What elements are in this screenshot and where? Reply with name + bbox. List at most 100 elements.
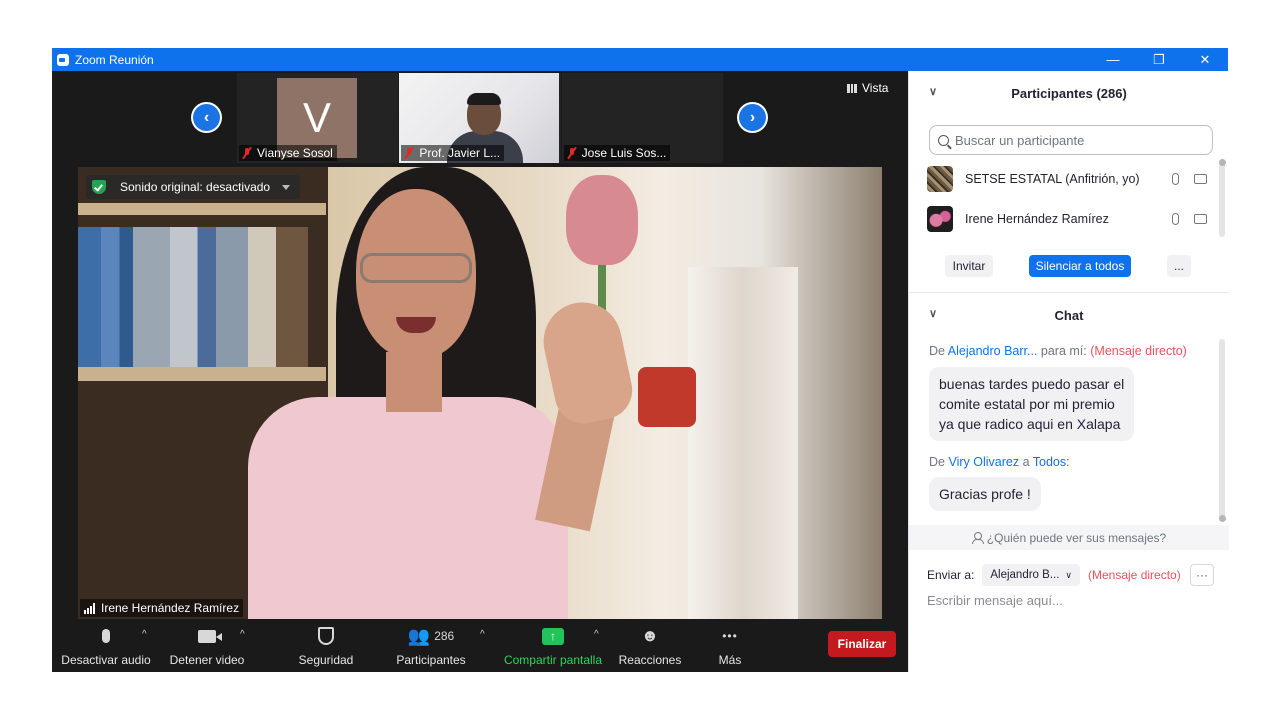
recipient-name[interactable]: Todos: (1033, 455, 1070, 469)
thumbnail-name: Vianyse Sosol (239, 145, 337, 161)
video-camera-icon[interactable] (1194, 174, 1207, 184)
thumbnail-vianyse[interactable]: V Vianyse Sosol (237, 73, 399, 163)
thumbnail-name-text: Vianyse Sosol (257, 146, 333, 160)
video-options-caret[interactable]: ^ (240, 629, 245, 640)
microphone-icon[interactable] (1172, 173, 1179, 185)
participant-name: Irene Hernández Ramírez (965, 212, 1109, 226)
end-meeting-button[interactable]: Finalizar (828, 631, 896, 657)
mute-audio-button[interactable]: Desactivar audio (60, 625, 152, 669)
zoom-app-icon (57, 53, 69, 66)
chat-message-meta: De Alejandro Barr... para mí: (Mensaje d… (929, 344, 1187, 358)
prev-page-button[interactable]: ‹ (191, 102, 222, 133)
thumbnail-name: Prof. Javier L... (401, 145, 505, 161)
person-glasses (360, 253, 472, 283)
chat-more-button[interactable]: ··· (1190, 564, 1214, 586)
video-camera-icon (198, 629, 222, 643)
video-area: ‹ V Vianyse Sosol Prof. Javier L... Jose… (52, 71, 908, 672)
window-controls: — ❐ ✕ (1090, 48, 1228, 71)
mute-all-button[interactable]: Silenciar a todos (1029, 255, 1131, 277)
participants-button[interactable]: 👥 286 Participantes (392, 625, 470, 669)
meeting-toolbar: Desactivar audio ^ Detener video ^ Segur… (52, 619, 908, 672)
recipient-select[interactable]: Alejandro B... ∨ (982, 564, 1080, 586)
video-camera-icon[interactable] (1194, 214, 1207, 224)
signal-strength-icon (84, 602, 96, 614)
thumbnail-jose-luis[interactable]: Jose Luis Sos... (561, 73, 723, 163)
microphone-icon (102, 629, 110, 643)
participants-count: 286 (434, 629, 455, 643)
reactions-label: Reacciones (618, 653, 682, 667)
chat-message-bubble: Gracias profe ! (929, 477, 1041, 511)
who-sees-text: ¿Quién puede ver sus mensajes? (986, 530, 1167, 545)
next-page-button[interactable]: › (737, 102, 768, 133)
sender-name[interactable]: Viry Olivarez (948, 455, 1019, 469)
security-label: Seguridad (298, 653, 354, 667)
chat-message-meta: De Viry Olivarez a Todos: (929, 455, 1070, 469)
send-to-row: Enviar a: Alejandro B... ∨ (Mensaje dire… (927, 563, 1217, 587)
invite-button[interactable]: Invitar (945, 255, 993, 277)
stop-video-button[interactable]: Detener video (164, 625, 250, 669)
message-line: buenas tardes puedo pasar el (939, 376, 1125, 392)
search-placeholder: Buscar un participante (955, 132, 1085, 148)
audio-options-caret[interactable]: ^ (142, 629, 147, 640)
recipient-prefix: a (1022, 455, 1030, 469)
mic-muted-icon (241, 147, 253, 159)
participant-row[interactable]: SETSE ESTATAL (Anfitrión, yo) (927, 165, 1217, 193)
view-label: Vista (862, 81, 889, 95)
who-can-see-messages-link[interactable]: ¿Quién puede ver sus mensajes? (909, 525, 1229, 550)
mic-muted-icon (566, 147, 578, 159)
participants-more-button[interactable]: ... (1167, 255, 1191, 277)
thumbnail-prof-javier[interactable]: Prof. Javier L... (399, 73, 561, 163)
title-bar: Zoom Reunión — ❐ ✕ (52, 48, 1228, 71)
books (78, 227, 308, 367)
sender-name[interactable]: Alejandro Barr... (948, 344, 1038, 358)
person-icon (971, 532, 984, 544)
participants-label: Participantes (396, 653, 466, 667)
thumbnail-name-text: Jose Luis Sos... (581, 146, 667, 160)
video-person-hair (467, 93, 502, 105)
participants-title: Participantes (286) (1011, 85, 1127, 101)
reactions-icon: ☻ (641, 626, 659, 645)
active-speaker-video: Sonido original: desactivado Irene Herná… (78, 167, 882, 619)
thumbnail-name: Jose Luis Sos... (563, 145, 671, 161)
curtain (688, 267, 798, 619)
chevron-down-icon[interactable]: ∨ (929, 307, 937, 320)
person-neck (386, 352, 442, 412)
mute-audio-label: Desactivar audio (61, 653, 151, 667)
participant-search-input[interactable]: Buscar un participante (929, 125, 1213, 155)
chat-title: Chat (1054, 307, 1084, 323)
minimize-button[interactable]: — (1090, 48, 1136, 71)
microphone-icon[interactable] (1172, 213, 1179, 225)
more-button[interactable]: ••• Más (710, 625, 750, 669)
thumbnail-name-text: Prof. Javier L... (419, 146, 501, 160)
speaker-name-text: Irene Hernández Ramírez (101, 601, 240, 615)
send-to-label: Enviar a: (927, 568, 975, 582)
window-title: Zoom Reunión (75, 52, 154, 67)
toy (638, 367, 696, 427)
close-button[interactable]: ✕ (1182, 48, 1228, 71)
search-icon (938, 134, 949, 146)
from-prefix: De (929, 344, 945, 358)
avatar (927, 166, 953, 192)
scrollbar-thumb[interactable] (1219, 515, 1226, 522)
scrollbar-thumb[interactable] (1219, 159, 1226, 166)
stop-video-label: Detener video (169, 653, 245, 667)
share-screen-button[interactable]: ↑ Compartir pantalla (500, 625, 606, 669)
share-options-caret[interactable]: ^ (594, 629, 599, 640)
chevron-down-icon[interactable]: ∨ (929, 85, 937, 98)
participants-options-caret[interactable]: ^ (480, 629, 485, 640)
restore-button[interactable]: ❐ (1136, 48, 1182, 71)
chat-message-input[interactable]: Escribir mensaje aquí... (927, 593, 1063, 608)
reactions-button[interactable]: ☻ Reacciones (616, 625, 684, 669)
mic-muted-icon (403, 147, 415, 159)
participants-icon: 👥 (407, 625, 431, 646)
chat-scrollbar[interactable] (1219, 339, 1225, 521)
participants-scrollbar[interactable] (1219, 159, 1225, 237)
original-sound-toggle[interactable]: Sonido original: desactivado (86, 175, 301, 199)
avatar (927, 206, 953, 232)
grid-icon (847, 83, 857, 93)
security-button[interactable]: Seguridad (292, 625, 360, 669)
chat-header: ∨ Chat (909, 293, 1229, 337)
message-line: ya que radico aqui en Xalapa (939, 416, 1121, 432)
view-button[interactable]: Vista (847, 81, 888, 95)
participant-row[interactable]: Irene Hernández Ramírez (927, 205, 1217, 233)
